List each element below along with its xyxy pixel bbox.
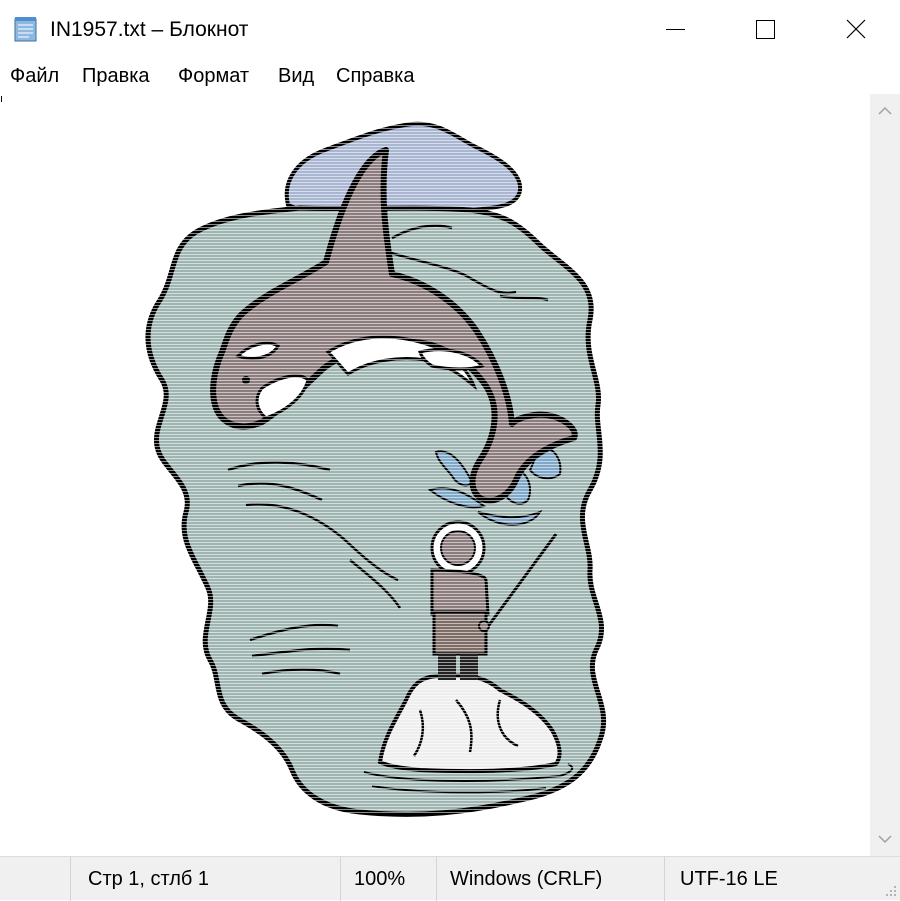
- chevron-up-icon: [878, 106, 892, 115]
- minimize-button[interactable]: [630, 0, 720, 60]
- text-editor[interactable]: [0, 94, 870, 856]
- notepad-icon: [14, 16, 38, 42]
- status-separator: [664, 857, 665, 901]
- menu-edit[interactable]: Правка: [80, 65, 152, 88]
- status-zoom: 100%: [354, 868, 406, 890]
- status-bar: Стр 1, стлб 1 100% Windows (CRLF) UTF-16…: [0, 856, 900, 901]
- close-button[interactable]: [810, 0, 900, 60]
- status-separator: [436, 857, 437, 901]
- window-title: IN1957.txt – Блокнот: [50, 18, 249, 41]
- status-separator: [340, 857, 341, 901]
- maximize-button[interactable]: [720, 0, 810, 60]
- vertical-scrollbar[interactable]: [870, 94, 900, 856]
- title-bar: IN1957.txt – Блокнот: [0, 0, 900, 60]
- close-icon: [846, 19, 866, 39]
- clipart-image: [130, 115, 620, 817]
- minimize-icon: [666, 29, 685, 30]
- status-line-ending: Windows (CRLF): [450, 868, 603, 890]
- maximize-icon: [756, 20, 775, 39]
- menu-help[interactable]: Справка: [334, 65, 416, 88]
- chevron-down-icon: [878, 835, 892, 844]
- menu-view[interactable]: Вид: [276, 65, 316, 88]
- scroll-up-button[interactable]: [870, 94, 900, 128]
- menu-format[interactable]: Формат: [176, 65, 251, 88]
- status-separator: [70, 857, 71, 901]
- resize-grip-icon[interactable]: [882, 882, 898, 898]
- menu-bar: Файл Правка Формат Вид Справка: [0, 60, 900, 94]
- scanline-texture: [130, 115, 620, 815]
- status-position: Стр 1, стлб 1: [88, 868, 210, 890]
- status-encoding: UTF-16 LE: [680, 868, 778, 890]
- scroll-down-button[interactable]: [870, 822, 900, 856]
- menu-file[interactable]: Файл: [8, 65, 61, 88]
